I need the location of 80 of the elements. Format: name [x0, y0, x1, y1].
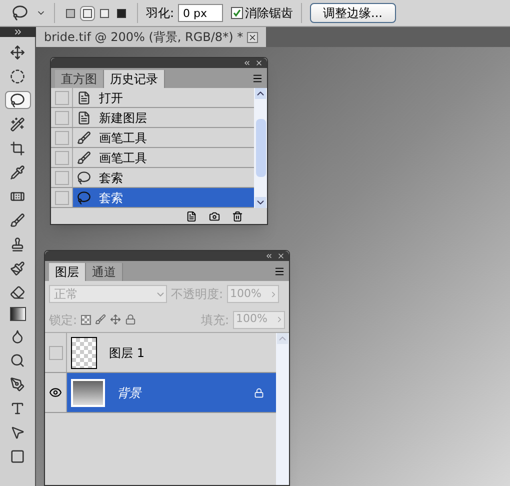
history-item[interactable]: 画笔工具: [73, 128, 254, 147]
eyedropper-icon[interactable]: [10, 164, 25, 180]
gradient-icon[interactable]: [10, 307, 26, 321]
document-icon: [77, 90, 91, 104]
document-icon: [77, 110, 91, 124]
camera-icon[interactable]: [209, 210, 220, 222]
checkbox[interactable]: [231, 7, 244, 19]
scroll-up-icon[interactable]: [255, 88, 266, 99]
brush-icon[interactable]: [10, 212, 25, 228]
panel-tab[interactable]: 图层: [49, 263, 86, 281]
brush-icon: [77, 150, 91, 164]
close-icon[interactable]: [277, 252, 285, 260]
pen-icon[interactable]: [10, 376, 25, 392]
layer-name: 图层 1: [109, 344, 144, 362]
layer-name: 背景: [117, 384, 141, 402]
stamp-icon[interactable]: [10, 236, 25, 252]
move-icon[interactable]: [10, 44, 25, 60]
lasso-icon[interactable]: [12, 5, 28, 21]
magnifier-icon[interactable]: [10, 352, 25, 368]
collapse-icon[interactable]: [265, 252, 273, 260]
tool-button[interactable]: [4, 91, 30, 109]
panel-tab[interactable]: 通道: [86, 263, 123, 281]
scrollbar-thumb[interactable]: [256, 119, 266, 177]
snapshot-checkbox[interactable]: [54, 130, 68, 144]
move-icon[interactable]: [110, 314, 122, 325]
close-icon[interactable]: [255, 59, 263, 67]
feather-field[interactable]: 0 px: [178, 4, 224, 22]
panel-menu-icon[interactable]: [274, 266, 285, 277]
visibility-toggle[interactable]: [48, 346, 62, 360]
feather-label: 羽化:: [146, 5, 174, 22]
history-item[interactable]: 套索: [73, 188, 254, 207]
fill-value: 100%: [236, 311, 268, 328]
marquee-icon[interactable]: [10, 68, 25, 84]
snapshot-checkbox[interactable]: [54, 190, 68, 204]
snapshot-checkbox[interactable]: [54, 90, 68, 104]
scroll-down-icon[interactable]: [255, 197, 266, 208]
snapshot-checkbox[interactable]: [54, 110, 68, 124]
scrollbar[interactable]: [276, 333, 289, 485]
eye-icon[interactable]: [49, 386, 62, 399]
lasso-icon[interactable]: [10, 92, 25, 108]
snapshot-checkbox[interactable]: [54, 170, 68, 184]
history-item[interactable]: 套索: [73, 168, 254, 187]
type-icon[interactable]: [10, 400, 25, 416]
droplet-icon[interactable]: [10, 328, 25, 344]
transparent-thumbnail: [71, 336, 97, 368]
panel-tab[interactable]: 历史记录: [104, 70, 165, 88]
layer-row[interactable]: 背景: [67, 373, 276, 412]
brush-icon: [77, 130, 91, 144]
crop-icon[interactable]: [10, 140, 25, 156]
brush-icon[interactable]: [95, 314, 106, 325]
document-tab[interactable]: bride.tif @ 200% (背景, RGB/8*) *: [36, 27, 266, 47]
scrollbar[interactable]: [254, 88, 267, 208]
checker-icon[interactable]: [81, 314, 92, 324]
document-icon[interactable]: [186, 210, 197, 222]
snapshot-checkbox[interactable]: [54, 150, 68, 164]
opacity-value: 100%: [230, 286, 262, 302]
refine-edge-button[interactable]: 调整边缘...: [310, 3, 396, 23]
trash-icon[interactable]: [232, 210, 243, 222]
collapse-icon[interactable]: [243, 59, 251, 67]
photo-thumbnail: [71, 378, 105, 406]
pointer-icon[interactable]: [10, 424, 25, 440]
lasso-icon: [77, 190, 91, 204]
antialias-label: 消除锯齿: [245, 5, 294, 22]
history-item[interactable]: 打开: [73, 88, 254, 107]
paintbrush-icon[interactable]: [10, 260, 25, 276]
expand-icon[interactable]: [0, 27, 36, 37]
lasso-icon: [77, 170, 91, 184]
selection-mode-button[interactable]: [80, 6, 95, 20]
blend-mode-value: 正常: [54, 286, 78, 303]
panel-menu-icon[interactable]: [252, 73, 263, 84]
panel-tab[interactable]: 直方图: [55, 70, 104, 88]
eraser-icon[interactable]: [10, 284, 25, 300]
rounded-square-icon[interactable]: [10, 448, 25, 464]
close-icon[interactable]: [247, 32, 258, 42]
layer-row[interactable]: 图层 1: [67, 333, 276, 372]
lock-icon[interactable]: [125, 314, 136, 325]
magic-wand-icon[interactable]: [10, 116, 25, 132]
checkmark-icon: [233, 9, 242, 17]
history-item[interactable]: 画笔工具: [73, 148, 254, 167]
history-item[interactable]: 新建图层: [73, 108, 254, 127]
